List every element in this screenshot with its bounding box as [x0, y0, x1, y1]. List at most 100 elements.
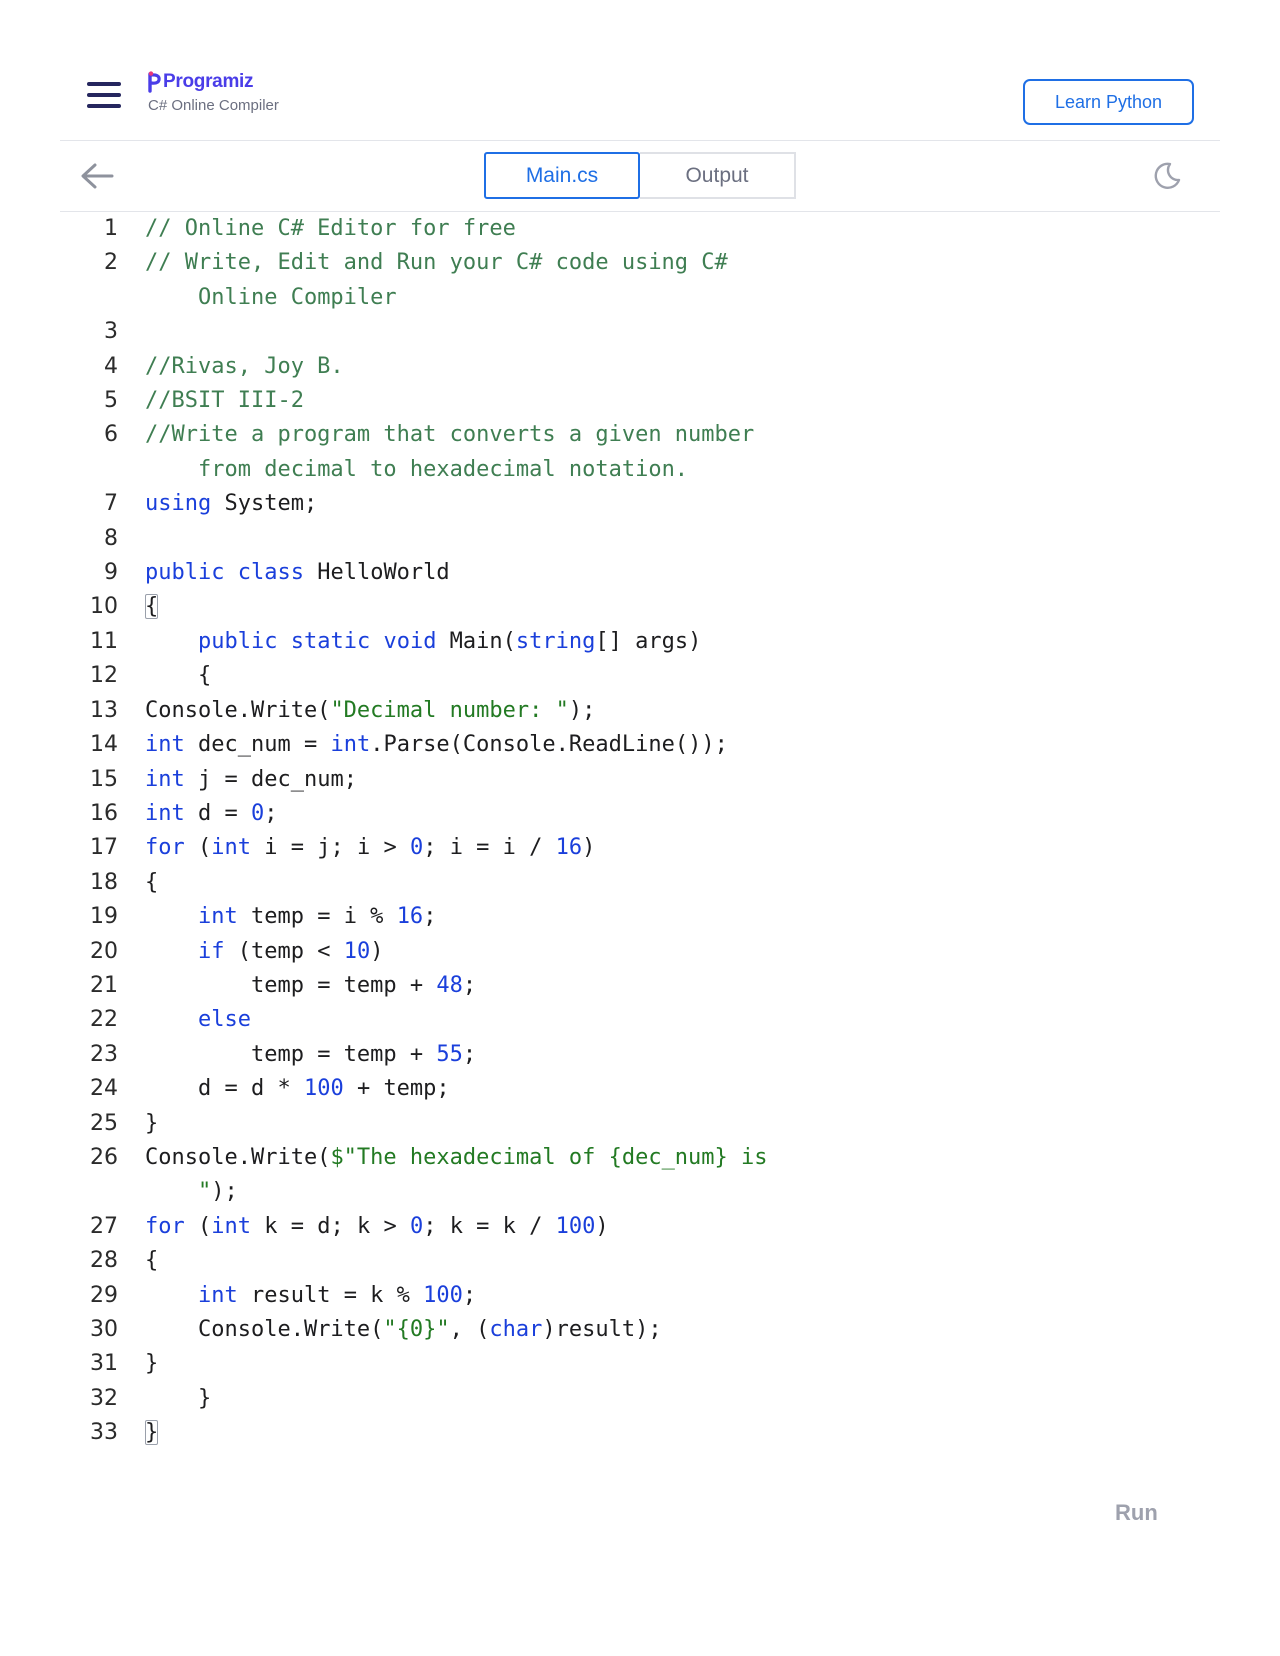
code-text: j = dec_num; [184, 766, 357, 792]
line-number: 14 [90, 732, 118, 758]
code-text: ; k = k / [423, 1213, 556, 1239]
code-text: temp = i % [237, 904, 397, 930]
line-number: 5 [104, 388, 118, 414]
line-number: 19 [90, 904, 118, 930]
tab-output[interactable]: Output [640, 152, 796, 199]
code-text: + temp; [343, 1076, 450, 1102]
code-line: 23 temp = temp + 55; [60, 1038, 1220, 1072]
code-comment: // Write, Edit and Run your C# code usin… [145, 250, 728, 276]
code-line: 11 public static void Main(string[] args… [60, 625, 1220, 659]
keyword: using [145, 491, 212, 517]
code-line-wrap: "); [60, 1175, 1220, 1209]
code-text: ; [462, 1041, 477, 1067]
code-text: { [197, 663, 212, 689]
code-text: ( [184, 1213, 212, 1239]
number-literal: 16 [555, 835, 583, 861]
code-text: dec_num = [184, 732, 331, 758]
number-literal: 100 [555, 1213, 596, 1239]
line-number: 28 [90, 1248, 118, 1274]
code-line: 18 { [60, 866, 1220, 900]
code-text: System; [211, 491, 318, 517]
line-number: 33 [90, 1420, 118, 1446]
code-text: Console.Write( [145, 697, 331, 723]
string-literal: " [197, 1179, 212, 1205]
dark-mode-moon-icon[interactable] [1152, 161, 1182, 191]
keyword: public [197, 628, 278, 654]
code-line: 27 for (int k = d; k > 0; k = k / 100) [60, 1210, 1220, 1244]
code-line: 17 for (int i = j; i > 0; i = i / 16) [60, 831, 1220, 865]
line-number: 30 [90, 1317, 118, 1342]
code-text: temp = temp + [250, 972, 437, 998]
line-number: 1 [104, 216, 118, 241]
code-text: (temp < [224, 938, 344, 964]
code-line: 10 { [60, 590, 1220, 624]
code-comment: //Rivas, Joy B. [145, 353, 344, 379]
keyword: for [145, 1213, 185, 1239]
code-text: .Parse(Console.ReadLine()); [370, 732, 728, 758]
code-line: 16 int d = 0; [60, 797, 1220, 831]
code-line: 26 Console.Write($"The hexadecimal of {de… [60, 1141, 1220, 1175]
code-line: 21 temp = temp + 48; [60, 969, 1220, 1003]
keyword: int [211, 835, 251, 861]
line-number: 7 [104, 491, 118, 517]
code-text: { [145, 869, 159, 895]
code-line-wrap: from decimal to hexadecimal notation. [60, 453, 1220, 487]
string-literal: $"The hexadecimal of {dec_num} is [330, 1144, 768, 1170]
compiler-subtitle: C# Online Compiler [148, 97, 279, 114]
line-number: 11 [90, 628, 118, 654]
code-text: ) [582, 835, 596, 861]
code-text: k = d; k > [251, 1213, 410, 1239]
code-line: 25} [60, 1107, 1220, 1141]
line-number: 17 [90, 835, 118, 861]
line-number: 18 [90, 869, 118, 895]
back-arrow-icon[interactable] [80, 161, 114, 191]
line-number: 27 [90, 1213, 118, 1239]
code-line: 8 [60, 522, 1220, 556]
run-button[interactable]: Run [1115, 1500, 1158, 1526]
keyword: void [383, 628, 437, 654]
code-text: HelloWorld [303, 560, 450, 586]
code-text: i = j; i > [251, 835, 410, 861]
tab-main-cs[interactable]: Main.cs [484, 152, 640, 199]
code-line: 33} [60, 1416, 1220, 1450]
code-line: 1 // Online C# Editor for free [60, 212, 1220, 246]
number-literal: 55 [436, 1041, 463, 1067]
code-comment: //Write a program that converts a given … [145, 422, 755, 448]
code-line: 12 { [60, 659, 1220, 693]
line-number: 8 [104, 525, 118, 551]
code-text: ) [595, 1213, 609, 1239]
code-line: 13 Console.Write("Decimal number: "); [60, 694, 1220, 728]
code-line: 15 int j = dec_num; [60, 763, 1220, 797]
keyword: int [197, 1282, 238, 1308]
number-literal: 16 [396, 904, 424, 930]
code-text: ); [568, 697, 596, 723]
string-literal: "{0}" [383, 1317, 450, 1342]
number-literal: 100 [423, 1282, 463, 1308]
programiz-logo[interactable]: Programiz [148, 71, 279, 93]
line-number [60, 281, 145, 315]
code-line: 14 int dec_num = int.Parse(Console.ReadLi… [60, 728, 1220, 762]
menu-icon[interactable] [87, 82, 121, 108]
keyword: static [290, 628, 371, 654]
code-text: Console.Write( [145, 1144, 331, 1170]
code-text: } [197, 1385, 212, 1411]
code-text: ); [211, 1179, 238, 1205]
number-literal: 0 [250, 800, 265, 826]
line-number: 20 [90, 938, 118, 964]
learn-python-button[interactable]: Learn Python [1023, 79, 1194, 125]
code-editor[interactable]: 1 // Online C# Editor for free 2 // Write,… [60, 212, 1220, 1451]
brand[interactable]: Programiz C# Online Compiler [148, 71, 279, 114]
line-number: 15 [90, 766, 118, 792]
code-text: )result); [542, 1317, 662, 1342]
code-line: 7 using System; [60, 487, 1220, 521]
code-comment: //BSIT III-2 [145, 388, 304, 414]
code-text: ; [264, 800, 278, 826]
brace-match-open: { [145, 594, 159, 620]
keyword: else [197, 1007, 251, 1033]
code-line: 9 public class HelloWorld [60, 556, 1220, 590]
code-text: { [145, 1248, 159, 1274]
line-number: 16 [90, 800, 118, 826]
line-number: 31 [90, 1351, 118, 1377]
code-text: result = k % [237, 1282, 424, 1308]
code-text: ; [423, 904, 437, 930]
